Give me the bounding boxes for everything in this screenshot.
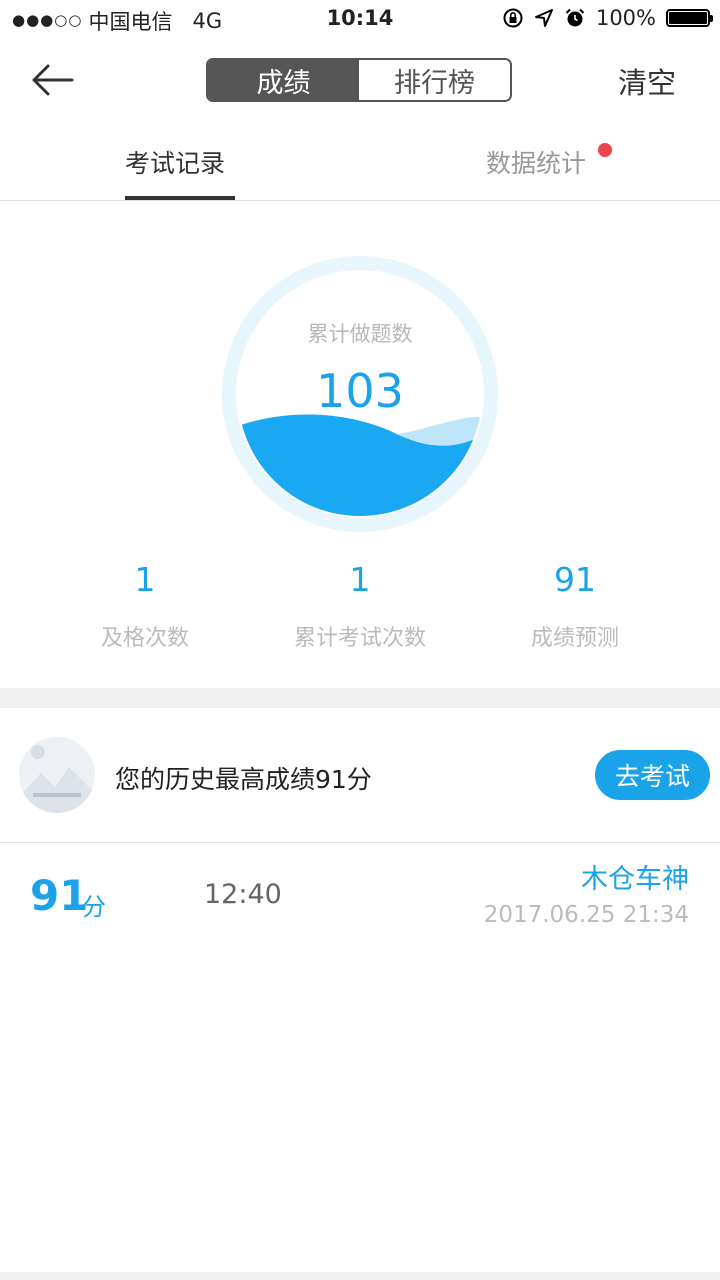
segmented-control: 成绩 排行榜 [206,58,512,102]
score-prediction-label: 成绩预测 [530,626,619,651]
exam-record-row[interactable]: 91 分 12:40 木仓车神 2017.06.25 21:34 [0,843,720,943]
pass-count-value: 1 [134,560,156,599]
record-date: 2017.06.25 21:34 [483,902,689,928]
tab-data-stats[interactable]: 数据统计 [486,144,586,180]
record-score: 91 [30,871,89,920]
sub-tabs: 考试记录 数据统计 [0,120,720,201]
back-arrow-icon[interactable] [28,58,76,102]
record-rank-title: 木仓车神 [581,864,689,895]
exam-count-value: 1 [349,560,371,599]
tab-active-indicator [125,196,235,200]
battery-icon [666,9,713,27]
clear-button[interactable]: 清空 [618,60,676,102]
rotation-lock-icon [503,8,523,28]
exam-count-label: 累计考试次数 [293,626,426,651]
tab-exam-records[interactable]: 考试记录 [125,144,225,180]
gauge-value: 103 [316,364,404,418]
gauge-label: 累计做题数 [307,322,413,346]
best-score-text: 您的历史最高成绩91分 [115,765,372,794]
location-arrow-icon [534,9,553,27]
notification-dot [598,143,612,157]
segment-scores[interactable]: 成绩 [208,60,359,100]
best-score-row: 您的历史最高成绩91分 去考试 [0,708,720,843]
status-bar: ●●●○○ 中国电信 4G 10:14 100% [0,0,720,40]
segment-ranking[interactable]: 排行榜 [359,60,510,100]
bottom-divider [0,1272,720,1280]
avatar-placeholder-icon [19,737,95,813]
nav-bar: 成绩 排行榜 清空 [0,40,720,120]
status-right: 100% [502,6,713,30]
score-prediction-value: 91 [554,560,596,599]
section-divider [0,688,720,708]
alarm-clock-icon [565,8,585,27]
go-exam-button[interactable]: 去考试 [595,750,710,800]
record-duration: 12:40 [204,879,282,910]
pass-count-label: 及格次数 [100,626,189,651]
battery-percent: 100% [595,6,656,30]
avatar [19,737,95,813]
record-score-unit: 分 [82,893,106,921]
